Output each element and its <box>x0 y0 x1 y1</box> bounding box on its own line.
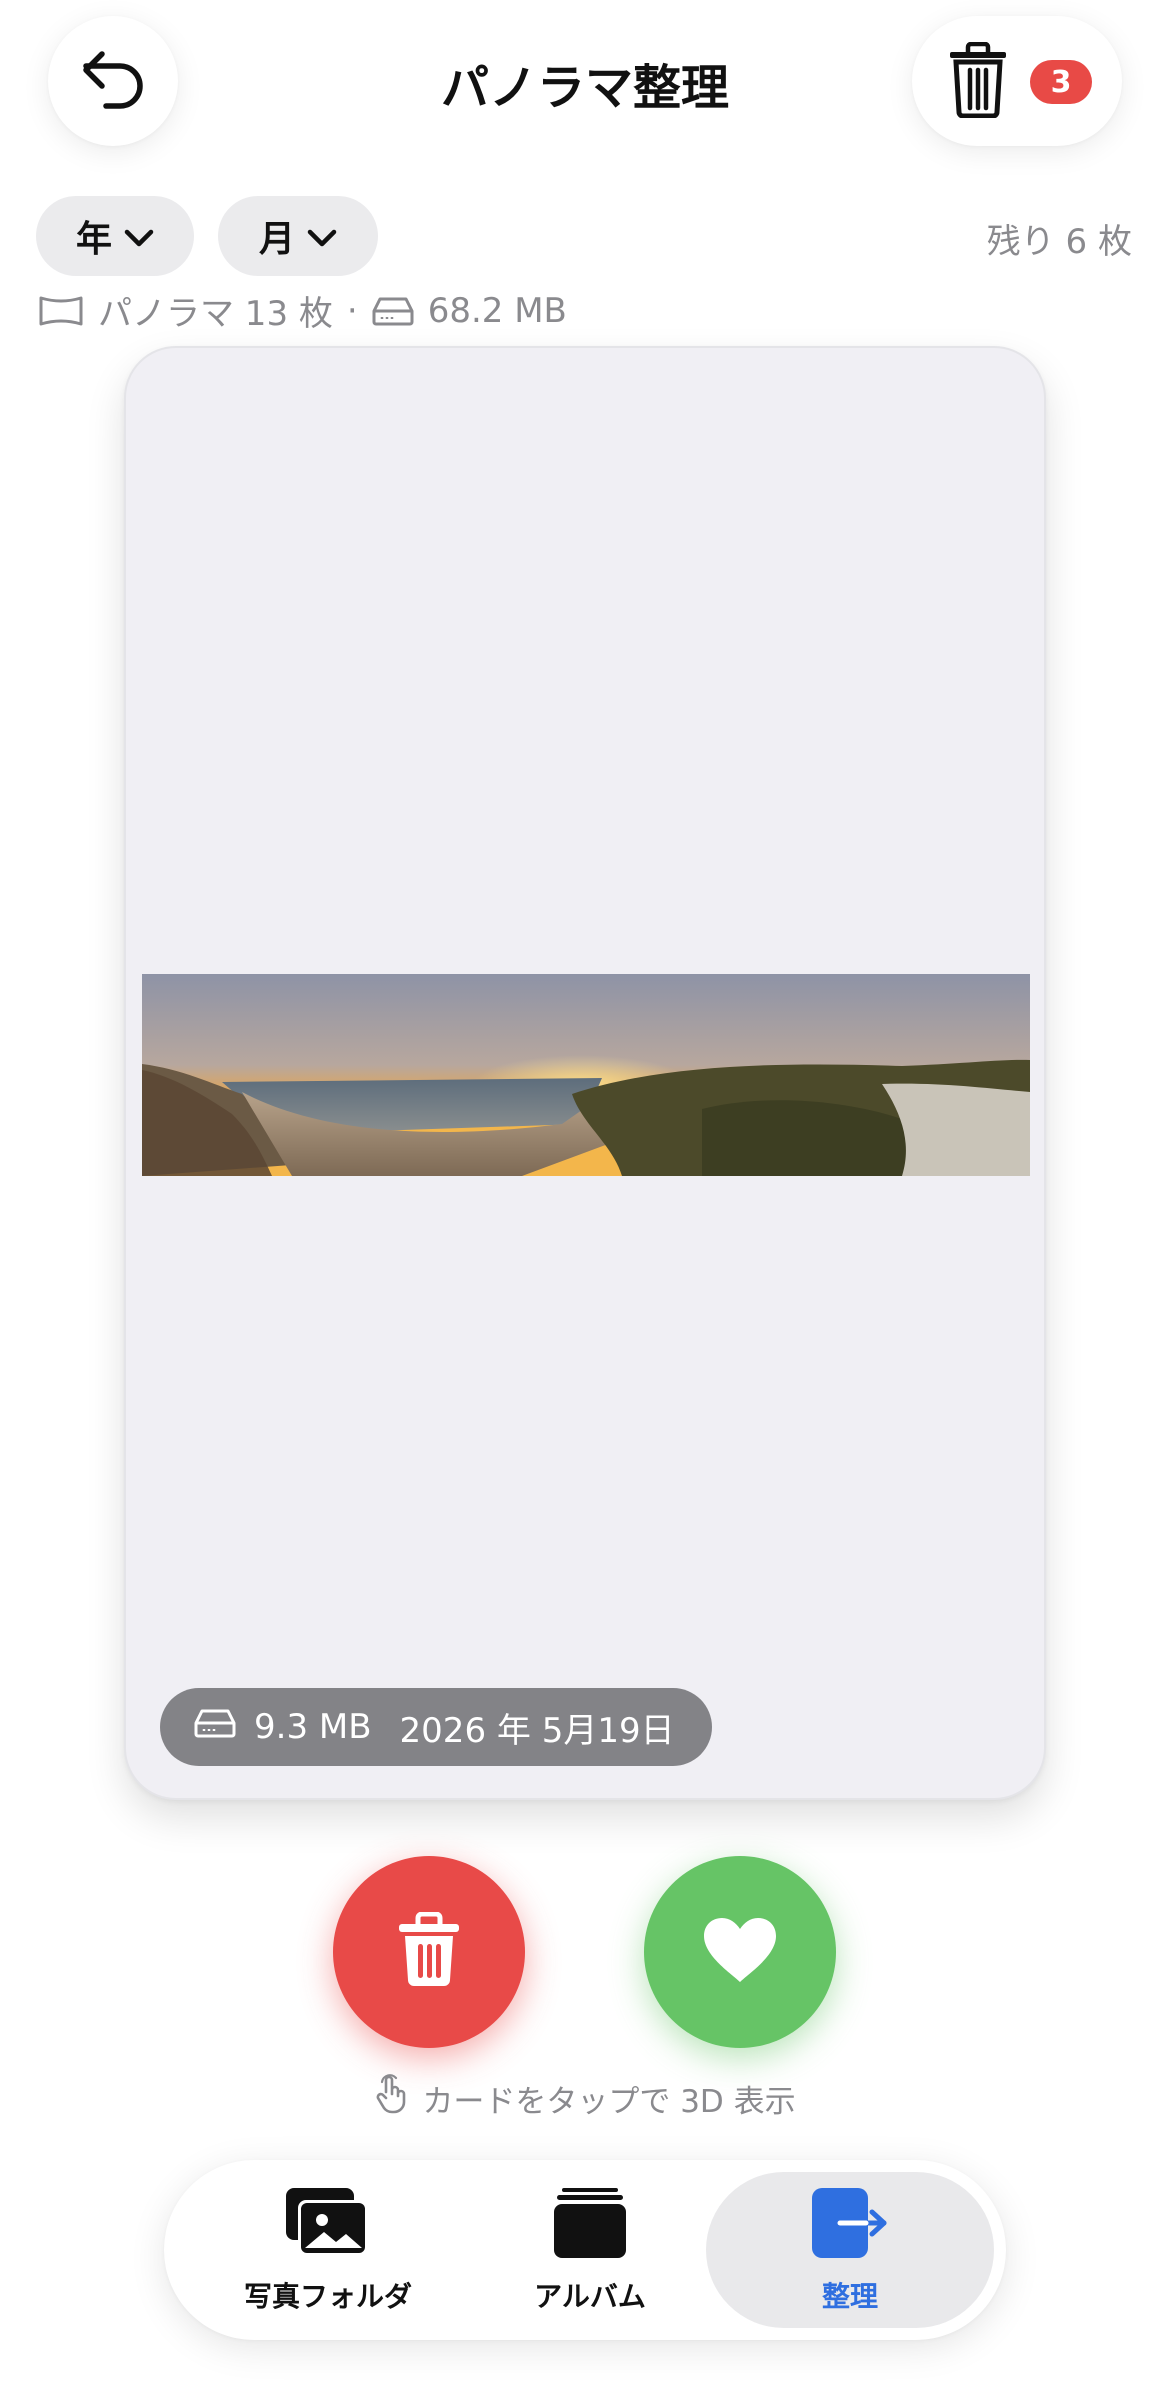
tab-albums-label: アルバム <box>534 2279 646 2313</box>
trash-button[interactable]: 3 <box>912 16 1122 146</box>
photos-stack-icon <box>284 2186 372 2267</box>
favorite-button[interactable] <box>644 1856 836 2048</box>
panorama-count: パノラマ 13 枚 <box>98 294 333 334</box>
organize-exit-icon <box>810 2186 890 2267</box>
tab-photo-folders-label: 写真フォルダ <box>243 2279 412 2313</box>
tab-albums[interactable]: アルバム <box>446 2172 734 2328</box>
stats-separator: · <box>346 290 358 331</box>
chevron-down-icon <box>307 216 337 257</box>
trash-icon <box>946 41 1010 122</box>
remaining-count: 残り 6 枚 <box>986 222 1132 262</box>
album-stack-icon <box>552 2186 628 2267</box>
year-filter-label: 年 <box>75 219 112 260</box>
trash-icon <box>397 1911 461 1992</box>
stats-row: パノラマ 13 枚 · 68.2 MB <box>38 286 567 335</box>
bottom-tab-bar: 写真フォルダ アルバム 整理 <box>164 2160 1006 2340</box>
tap-hand-icon <box>374 2074 408 2122</box>
total-size: 68.2 MB <box>427 290 567 331</box>
photo-card[interactable]: 9.3 MB 2026 年 5月19日 <box>124 346 1046 1800</box>
storage-drive-icon <box>194 1707 236 1747</box>
panorama-image <box>142 974 1030 1176</box>
photo-date: 2026 年 5月19日 <box>399 1710 675 1751</box>
month-filter-dropdown[interactable]: 月 <box>218 196 378 276</box>
tap-hint: カードをタップで 3D 表示 <box>0 2074 1170 2122</box>
year-filter-dropdown[interactable]: 年 <box>36 196 194 276</box>
month-filter-label: 月 <box>258 219 295 260</box>
photo-size: 9.3 MB <box>254 1707 372 1747</box>
chevron-down-icon <box>124 216 154 257</box>
heart-icon <box>702 1916 778 1988</box>
panorama-icon <box>38 295 84 327</box>
tap-hint-text: カードをタップで 3D 表示 <box>422 2083 796 2120</box>
storage-drive-icon <box>372 296 414 326</box>
delete-button[interactable] <box>333 1856 525 2048</box>
tab-photo-folders[interactable]: 写真フォルダ <box>184 2172 472 2328</box>
photo-info-pill: 9.3 MB 2026 年 5月19日 <box>160 1688 712 1766</box>
tab-organize[interactable]: 整理 <box>706 2172 994 2328</box>
trash-count-badge: 3 <box>1030 60 1092 104</box>
tab-organize-label: 整理 <box>821 2279 878 2313</box>
